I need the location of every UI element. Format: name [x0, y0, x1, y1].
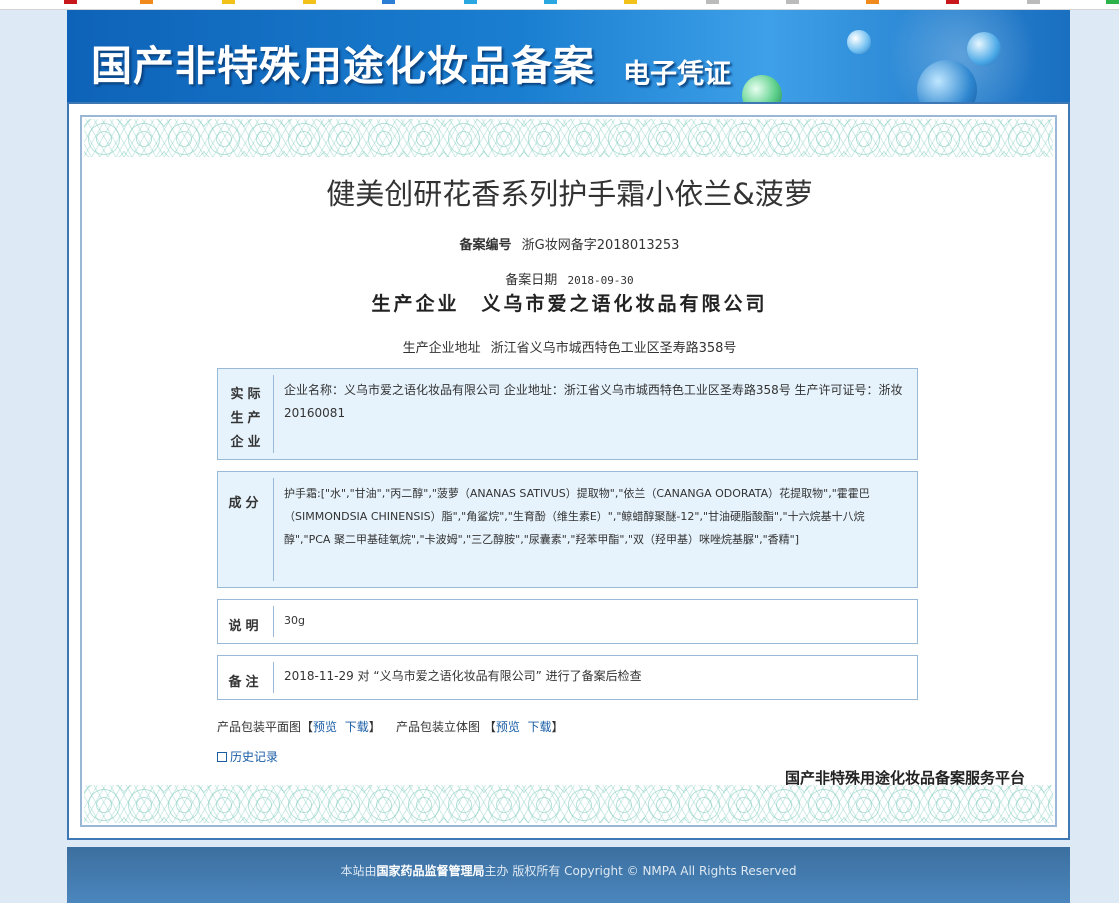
certificate-frame: 健美创研花香系列护手霜小依兰&菠萝 备案编号 浙G妆网备字2018013253 …	[67, 102, 1070, 840]
actual-producer-label: 实际生产企业	[218, 375, 274, 453]
remarks-panel: 备注 2018-11-29 对 “义乌市爱之语化妆品有限公司” 进行了备案后检查	[217, 655, 918, 700]
solid-package-label: 产品包装立体图	[395, 720, 480, 734]
record-date-label: 备案日期	[505, 273, 558, 288]
banner-title: 国产非特殊用途化妆品备案	[91, 42, 595, 90]
producer-row: 生产企业 义乌市爱之语化妆品有限公司	[82, 289, 1057, 316]
record-date-value: 2018-09-30	[567, 274, 634, 287]
solid-preview-link[interactable]: 预览	[496, 720, 520, 734]
header-banner: 国产非特殊用途化妆品备案 电子凭证	[67, 10, 1070, 102]
certificate-inner: 健美创研花香系列护手霜小依兰&菠萝 备案编号 浙G妆网备字2018013253 …	[80, 115, 1057, 827]
page-container: 国产非特殊用途化妆品备案 电子凭证 健美创研花香系列护手霜小依兰&菠萝 备案编号…	[67, 10, 1070, 903]
producer-address-row: 生产企业地址 浙江省义乌市城西特色工业区圣寿路358号	[82, 337, 1057, 356]
guilloche-border-top	[84, 119, 1053, 157]
actual-producer-panel: 实际生产企业 企业名称：义乌市爱之语化妆品有限公司 企业地址：浙江省义乌市城西特…	[217, 368, 918, 460]
solid-download-link[interactable]: 下载	[528, 720, 552, 734]
remarks-label: 备注	[218, 662, 274, 693]
footer-org: 国家药品监督管理局	[376, 864, 485, 878]
package-images-row: 产品包装平面图【预览 下载】 产品包装立体图 【预览 下载】	[217, 720, 564, 734]
browser-bookmark-strip	[0, 0, 1119, 10]
ingredients-label: 成分	[218, 478, 274, 581]
ingredients-text: 护手霜:["水","甘油","丙二醇","菠萝（ANANAS SATIVUS）提…	[284, 487, 870, 546]
flat-download-link[interactable]: 下载	[345, 720, 369, 734]
producer-value: 义乌市爱之语化妆品有限公司	[481, 293, 768, 315]
molecule-sphere-icon	[742, 75, 782, 102]
description-label: 说明	[218, 606, 274, 637]
record-number-label: 备案编号	[459, 238, 512, 253]
history-icon	[217, 752, 227, 762]
product-name: 健美创研花香系列护手霜小依兰&菠萝	[326, 177, 813, 211]
description-panel: 说明 30g	[217, 599, 918, 644]
banner-subtitle: 电子凭证	[623, 59, 731, 90]
actual-producer-text: 企业名称：义乌市爱之语化妆品有限公司 企业地址：浙江省义乌市城西特色工业区圣寿路…	[284, 383, 903, 420]
remarks-text: 2018-11-29 对 “义乌市爱之语化妆品有限公司” 进行了备案后检查	[284, 669, 642, 683]
producer-label: 生产企业	[371, 293, 460, 315]
guilloche-border-bottom	[84, 785, 1053, 823]
description-text: 30g	[284, 614, 305, 627]
molecule-sphere-icon	[847, 30, 871, 54]
record-number-row: 备案编号 浙G妆网备字2018013253	[82, 234, 1057, 253]
site-footer: 本站由国家药品监督管理局主办 版权所有 Copyright © NMPA All…	[67, 847, 1070, 903]
history-link[interactable]: 历史记录	[217, 748, 278, 765]
flat-preview-link[interactable]: 预览	[313, 720, 337, 734]
producer-address-label: 生产企业地址	[402, 341, 481, 356]
record-date-row: 备案日期 2018-09-30	[82, 269, 1057, 288]
flat-package-label: 产品包装平面图	[217, 720, 302, 734]
ingredients-panel: 成分 护手霜:["水","甘油","丙二醇","菠萝（ANANAS SATIVU…	[217, 471, 918, 588]
record-number-value: 浙G妆网备字2018013253	[521, 238, 680, 253]
molecule-sphere-icon	[967, 32, 1001, 66]
producer-address-value: 浙江省义乌市城西特色工业区圣寿路358号	[490, 341, 737, 356]
